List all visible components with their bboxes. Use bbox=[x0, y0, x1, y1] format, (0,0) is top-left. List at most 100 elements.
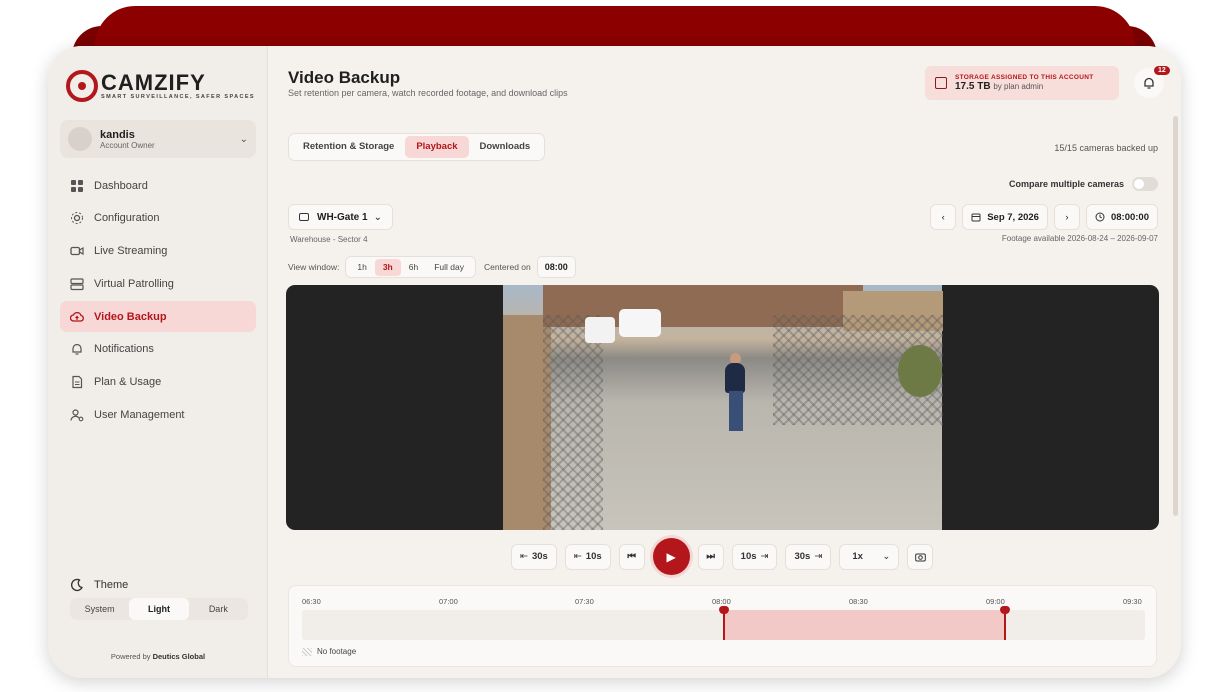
timeline-tick: 08:00 bbox=[712, 597, 731, 606]
sidebar-item-label: Virtual Patrolling bbox=[94, 277, 174, 290]
snapshot-button[interactable] bbox=[907, 543, 934, 570]
view-window-option-1h[interactable]: 1h bbox=[349, 259, 374, 276]
view-window-label: View window: bbox=[288, 262, 340, 272]
account-name: kandis bbox=[100, 128, 135, 141]
sidebar-item-dashboard[interactable]: Dashboard bbox=[60, 170, 256, 201]
skip-next-icon: ⏭ bbox=[706, 551, 715, 562]
sidebar-item-user-management[interactable]: User Management bbox=[60, 400, 256, 431]
playback-speed-select[interactable]: 1x ⌄ bbox=[839, 543, 900, 570]
timeline-tick: 07:00 bbox=[439, 597, 458, 606]
brand-logo[interactable]: CAMZIFY SMART SURVEILLANCE, SAFER SPACES bbox=[66, 70, 255, 102]
timeline-tick: 09:30 bbox=[1123, 597, 1142, 606]
sidebar: CAMZIFY SMART SURVEILLANCE, SAFER SPACES… bbox=[48, 46, 268, 678]
powered-by-prefix: Powered by bbox=[110, 652, 151, 661]
sidebar-item-virtual-patrolling[interactable]: Virtual Patrolling bbox=[60, 268, 256, 299]
document-icon bbox=[72, 376, 83, 389]
timeline-legend: No footage bbox=[302, 647, 356, 656]
time-picker[interactable]: 08:00:00 bbox=[1085, 204, 1158, 230]
sidebar-item-plan-usage[interactable]: Plan & Usage bbox=[60, 367, 256, 398]
view-window-segmented: 1h 3h 6h Full day bbox=[345, 256, 476, 278]
view-window-option-3h[interactable]: 3h bbox=[374, 258, 401, 276]
camera-lens-icon bbox=[66, 70, 98, 102]
sidebar-item-label: Notifications bbox=[94, 343, 154, 356]
playback-speed-value: 1x bbox=[852, 551, 863, 562]
centered-on-input[interactable]: 08:00 bbox=[536, 256, 576, 278]
playback-controls: ⇤ 30s ⇤ 10s ⏮ ▶ ⏭ 10s ⇥ 30s ⇥ 1x ⌄ bbox=[511, 538, 941, 575]
notification-count-badge: 12 bbox=[1154, 66, 1170, 75]
sidebar-item-label: Plan & Usage bbox=[94, 376, 162, 389]
calendar-icon bbox=[971, 213, 981, 222]
page-subtitle: Set retention per camera, watch recorded… bbox=[288, 88, 568, 98]
next-button[interactable]: ⏭ bbox=[697, 543, 724, 570]
no-footage-label: No footage bbox=[317, 647, 357, 656]
video-player[interactable] bbox=[286, 285, 1159, 530]
sidebar-item-notifications[interactable]: Notifications bbox=[60, 334, 256, 365]
sidebar-item-label: Configuration bbox=[94, 212, 160, 225]
range-end-marker[interactable] bbox=[1000, 606, 1010, 640]
compare-cameras-toggle[interactable] bbox=[1132, 177, 1158, 191]
avatar bbox=[68, 127, 92, 151]
previous-button[interactable]: ⏮ bbox=[618, 543, 645, 570]
previous-day-button[interactable]: ‹ bbox=[930, 204, 957, 230]
theme-label: Theme bbox=[94, 579, 129, 591]
theme-option-dark[interactable]: Dark bbox=[189, 598, 248, 620]
powered-by-company: Deutics Global bbox=[152, 652, 206, 661]
timeline-tick: 09:00 bbox=[986, 597, 1005, 606]
camera-location: Warehouse - Sector 4 bbox=[290, 235, 368, 244]
frame-person bbox=[725, 363, 745, 393]
timeline-tick: 06:30 bbox=[302, 597, 321, 606]
storage-value: 17.5 TB bbox=[955, 81, 991, 92]
skip-previous-icon: ⏮ bbox=[627, 551, 636, 562]
skip-back-30-button[interactable]: ⇤ 30s bbox=[511, 543, 557, 570]
timeline-track[interactable] bbox=[302, 606, 1145, 640]
account-role: Account Owner bbox=[100, 140, 155, 150]
play-button[interactable]: ▶ bbox=[652, 538, 690, 575]
frame-fence-left bbox=[543, 315, 603, 530]
skip-back-icon: ⇤ bbox=[573, 551, 582, 562]
storage-by: by plan admin bbox=[993, 82, 1044, 91]
storage-label: STORAGE ASSIGNED TO THIS ACCOUNT bbox=[955, 74, 1094, 81]
next-day-button[interactable]: › bbox=[1053, 204, 1080, 230]
tab-retention-storage[interactable]: Retention & Storage bbox=[292, 136, 405, 158]
playhead-marker[interactable] bbox=[719, 606, 729, 640]
app-window: CAMZIFY SMART SURVEILLANCE, SAFER SPACES… bbox=[48, 46, 1181, 678]
camera-select[interactable]: WH-Gate 1 ⌄ bbox=[288, 204, 393, 230]
frame-bush bbox=[898, 345, 942, 397]
brand-tagline: SMART SURVEILLANCE, SAFER SPACES bbox=[101, 94, 255, 100]
compare-cameras-control: Compare multiple cameras bbox=[1009, 177, 1158, 191]
theme-switcher: Theme System Light Dark bbox=[60, 578, 256, 620]
grid-icon bbox=[71, 179, 83, 192]
video-camera-icon bbox=[70, 246, 84, 256]
date-picker[interactable]: Sep 7, 2026 bbox=[962, 204, 1048, 230]
scrollbar[interactable] bbox=[1173, 116, 1178, 516]
sidebar-item-live-streaming[interactable]: Live Streaming bbox=[60, 236, 256, 267]
skip-forward-30-label: 30s bbox=[794, 551, 811, 562]
gear-icon bbox=[71, 212, 83, 225]
sidebar-item-video-backup[interactable]: Video Backup bbox=[60, 301, 256, 333]
view-window-option-full-day[interactable]: Full day bbox=[426, 259, 472, 276]
timeline: 06:30 07:00 07:30 08:00 08:30 09:00 09:3… bbox=[288, 585, 1157, 667]
skip-forward-10-button[interactable]: 10s ⇥ bbox=[731, 543, 778, 570]
account-switcher[interactable]: kandis Account Owner ⌄ bbox=[60, 120, 256, 158]
play-icon: ▶ bbox=[666, 549, 676, 564]
video-camera-icon bbox=[299, 213, 309, 221]
chevron-down-icon: ⌄ bbox=[239, 133, 248, 145]
sidebar-item-configuration[interactable]: Configuration bbox=[60, 203, 256, 234]
sidebar-item-label: Dashboard bbox=[94, 179, 148, 192]
selected-date: Sep 7, 2026 bbox=[987, 211, 1039, 223]
centered-on-label: Centered on bbox=[483, 262, 531, 272]
theme-option-light[interactable]: Light bbox=[129, 598, 189, 620]
tab-playback[interactable]: Playback bbox=[405, 136, 469, 158]
tab-downloads[interactable]: Downloads bbox=[469, 136, 542, 158]
brand-name: CAMZIFY bbox=[101, 70, 206, 95]
theme-segmented-control: System Light Dark bbox=[70, 598, 248, 620]
skip-back-30-label: 30s bbox=[531, 551, 548, 562]
camera-name: WH-Gate 1 bbox=[317, 211, 368, 223]
server-icon bbox=[70, 278, 84, 290]
theme-option-system[interactable]: System bbox=[70, 598, 129, 620]
date-navigation: ‹ Sep 7, 2026 › 08:00:00 bbox=[924, 204, 1158, 230]
book-icon bbox=[935, 77, 947, 89]
skip-forward-30-button[interactable]: 30s ⇥ bbox=[785, 543, 832, 570]
skip-back-10-button[interactable]: ⇤ 10s bbox=[564, 543, 611, 570]
view-window-option-6h[interactable]: 6h bbox=[401, 259, 426, 276]
